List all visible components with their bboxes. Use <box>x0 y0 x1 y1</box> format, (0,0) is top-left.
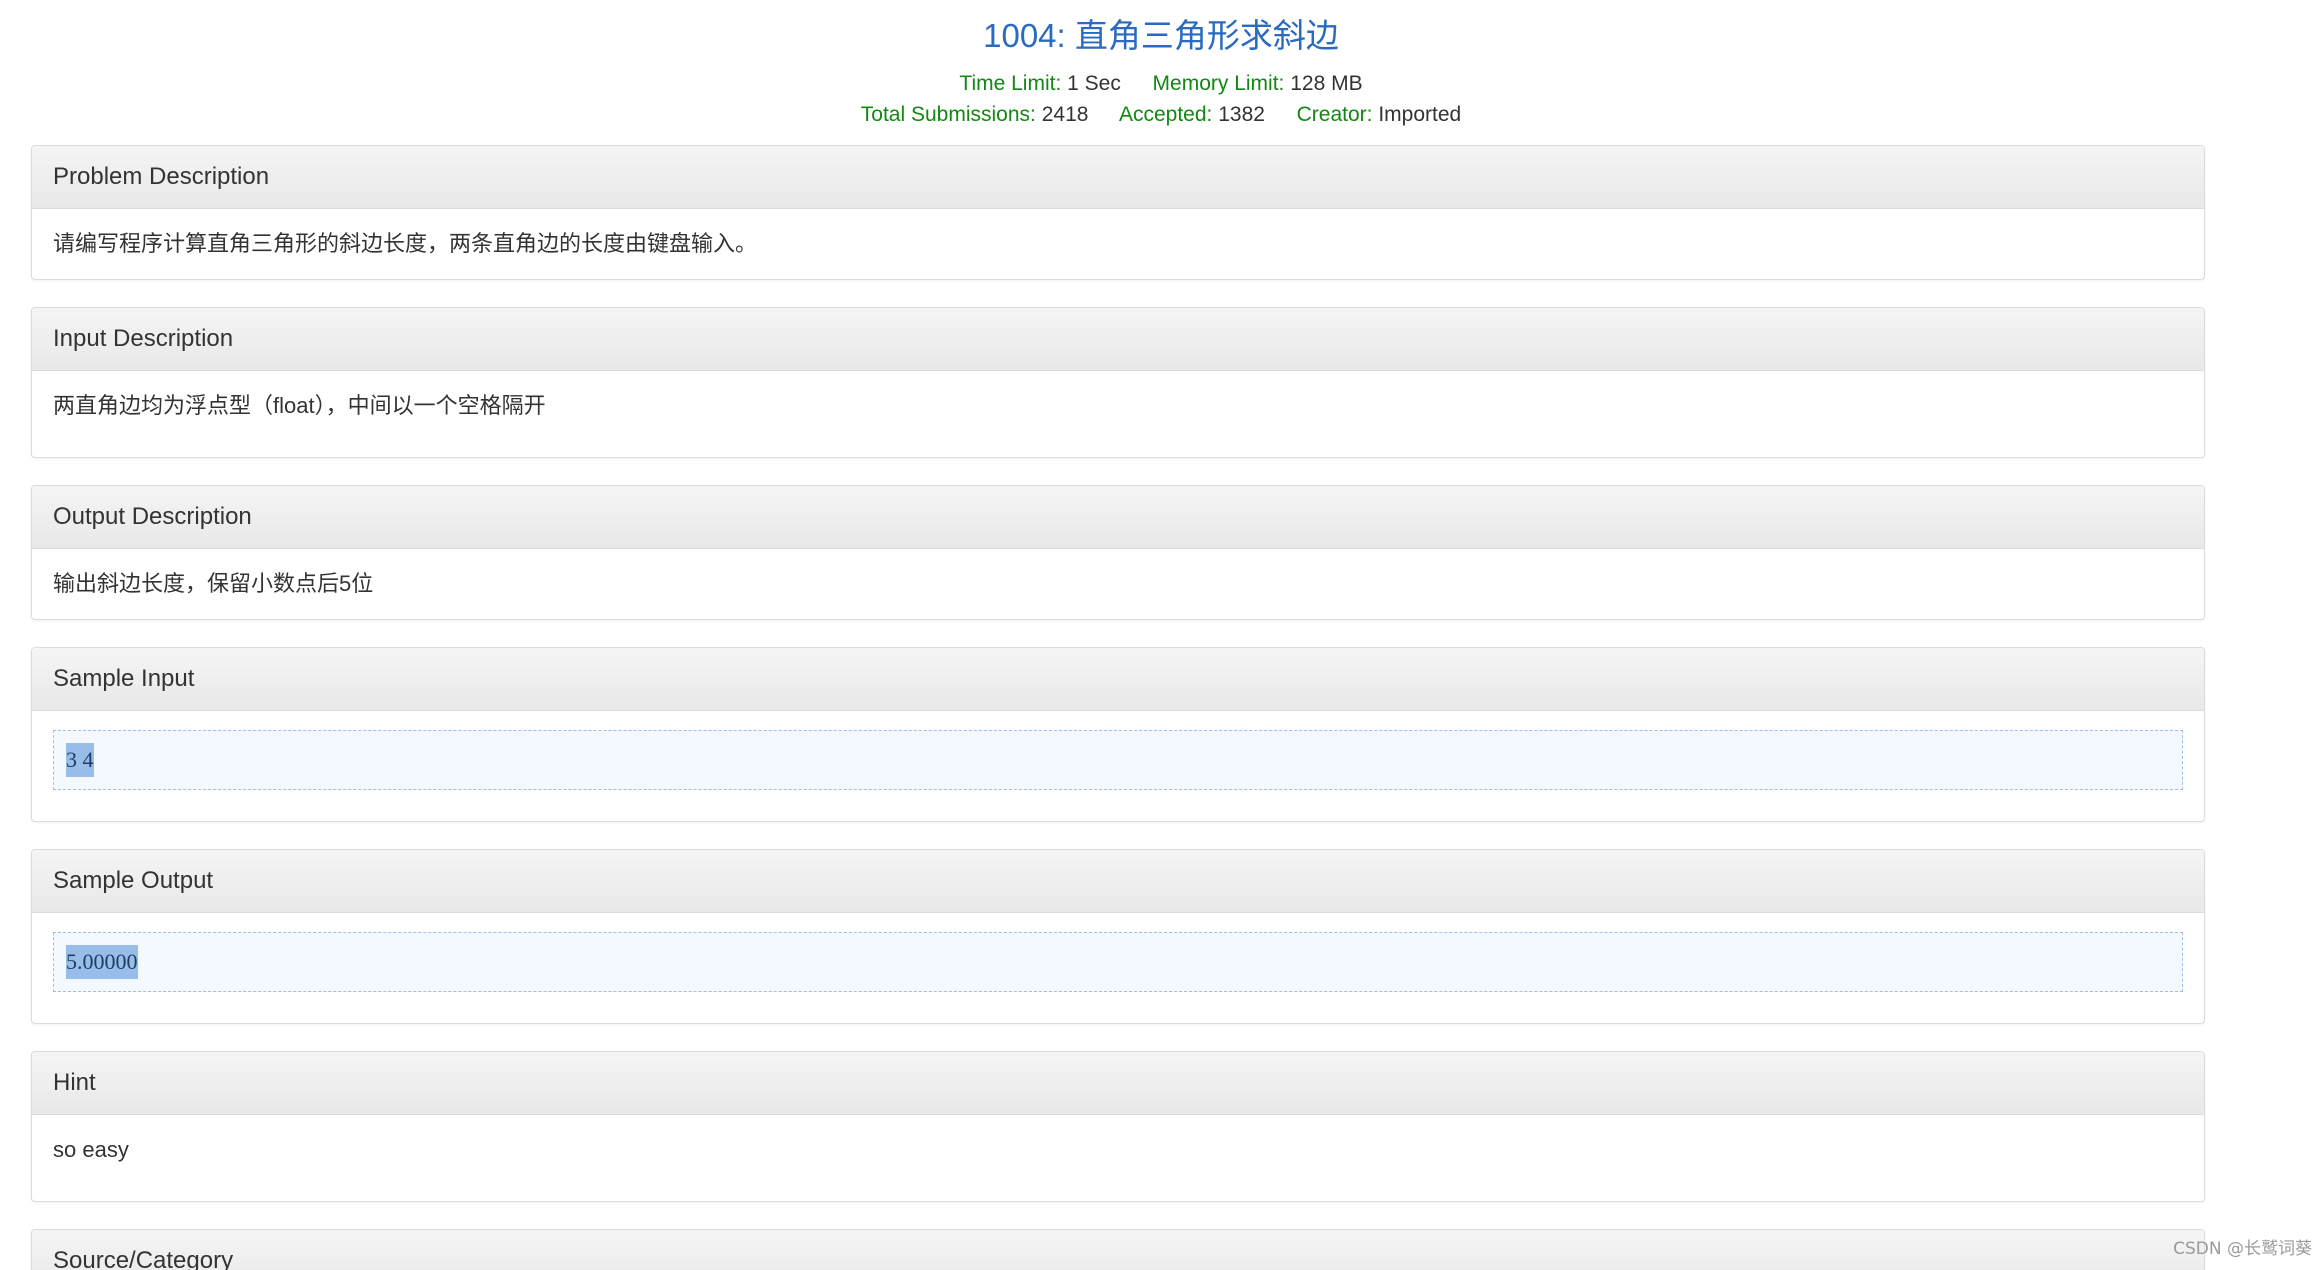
sample-input-panel: Sample Input 3 4 <box>31 647 2205 822</box>
problem-header: 1004: 直角三角形求斜边 Time Limit: 1 Sec Memory … <box>0 0 2322 130</box>
sample-input-box[interactable]: 3 4 <box>53 730 2183 790</box>
problem-sections: Problem Description 请编写程序计算直角三角形的斜边长度，两条… <box>31 145 2205 1270</box>
sample-output-body: 5.00000 <box>32 913 2204 1023</box>
description-panel: Problem Description 请编写程序计算直角三角形的斜边长度，两条… <box>31 145 2205 280</box>
problem-title: 1004: 直角三角形求斜边 <box>983 17 1339 54</box>
limits-line: Time Limit: 1 Sec Memory Limit: 128 MB <box>0 68 2322 99</box>
sample-input-body: 3 4 <box>32 711 2204 821</box>
creator-value: Imported <box>1378 103 1462 126</box>
input-body: 两直角边均为浮点型（float），中间以一个空格隔开 <box>32 371 2204 457</box>
memory-limit-label: Memory Limit: <box>1152 72 1285 95</box>
description-text: 请编写程序计算直角三角形的斜边长度，两条直角边的长度由键盘输入。 <box>53 231 758 256</box>
total-submissions-label: Total Submissions: <box>860 103 1036 126</box>
sample-input-heading: Sample Input <box>32 648 2204 711</box>
total-submissions-value: 2418 <box>1041 103 1089 126</box>
source-heading: Source/Category <box>32 1230 2204 1270</box>
sample-output-heading: Sample Output <box>32 850 2204 913</box>
input-panel: Input Description 两直角边均为浮点型（float），中间以一个… <box>31 307 2205 458</box>
sample-output-text[interactable]: 5.00000 <box>66 945 138 979</box>
hint-body: so easy <box>32 1115 2204 1201</box>
accepted-label: Accepted: <box>1118 103 1213 126</box>
stats-line: Total Submissions: 2418 Accepted: 1382 C… <box>0 99 2322 130</box>
watermark: CSDN @长鹫词葵 <box>2173 1239 2312 1259</box>
hint-heading: Hint <box>32 1052 2204 1115</box>
hint-text: so easy <box>53 1137 129 1162</box>
output-panel: Output Description 输出斜边长度，保留小数点后5位 <box>31 485 2205 620</box>
hint-panel: Hint so easy <box>31 1051 2205 1202</box>
time-limit-label: Time Limit: <box>959 72 1062 95</box>
memory-limit-value: 128 MB <box>1290 72 1363 95</box>
output-body: 输出斜边长度，保留小数点后5位 <box>32 549 2204 619</box>
description-heading: Problem Description <box>32 146 2204 209</box>
description-body: 请编写程序计算直角三角形的斜边长度，两条直角边的长度由键盘输入。 <box>32 209 2204 279</box>
time-limit-value: 1 Sec <box>1067 72 1121 95</box>
accepted-value: 1382 <box>1218 103 1265 126</box>
sample-output-box[interactable]: 5.00000 <box>53 932 2183 992</box>
source-panel: Source/Category <box>31 1229 2205 1270</box>
output-heading: Output Description <box>32 486 2204 549</box>
creator-label: Creator: <box>1296 103 1373 126</box>
sample-output-panel: Sample Output 5.00000 <box>31 849 2205 1024</box>
output-text: 输出斜边长度，保留小数点后5位 <box>53 571 374 596</box>
input-heading: Input Description <box>32 308 2204 371</box>
sample-input-text[interactable]: 3 4 <box>66 743 94 777</box>
input-text: 两直角边均为浮点型（float），中间以一个空格隔开 <box>53 393 546 418</box>
